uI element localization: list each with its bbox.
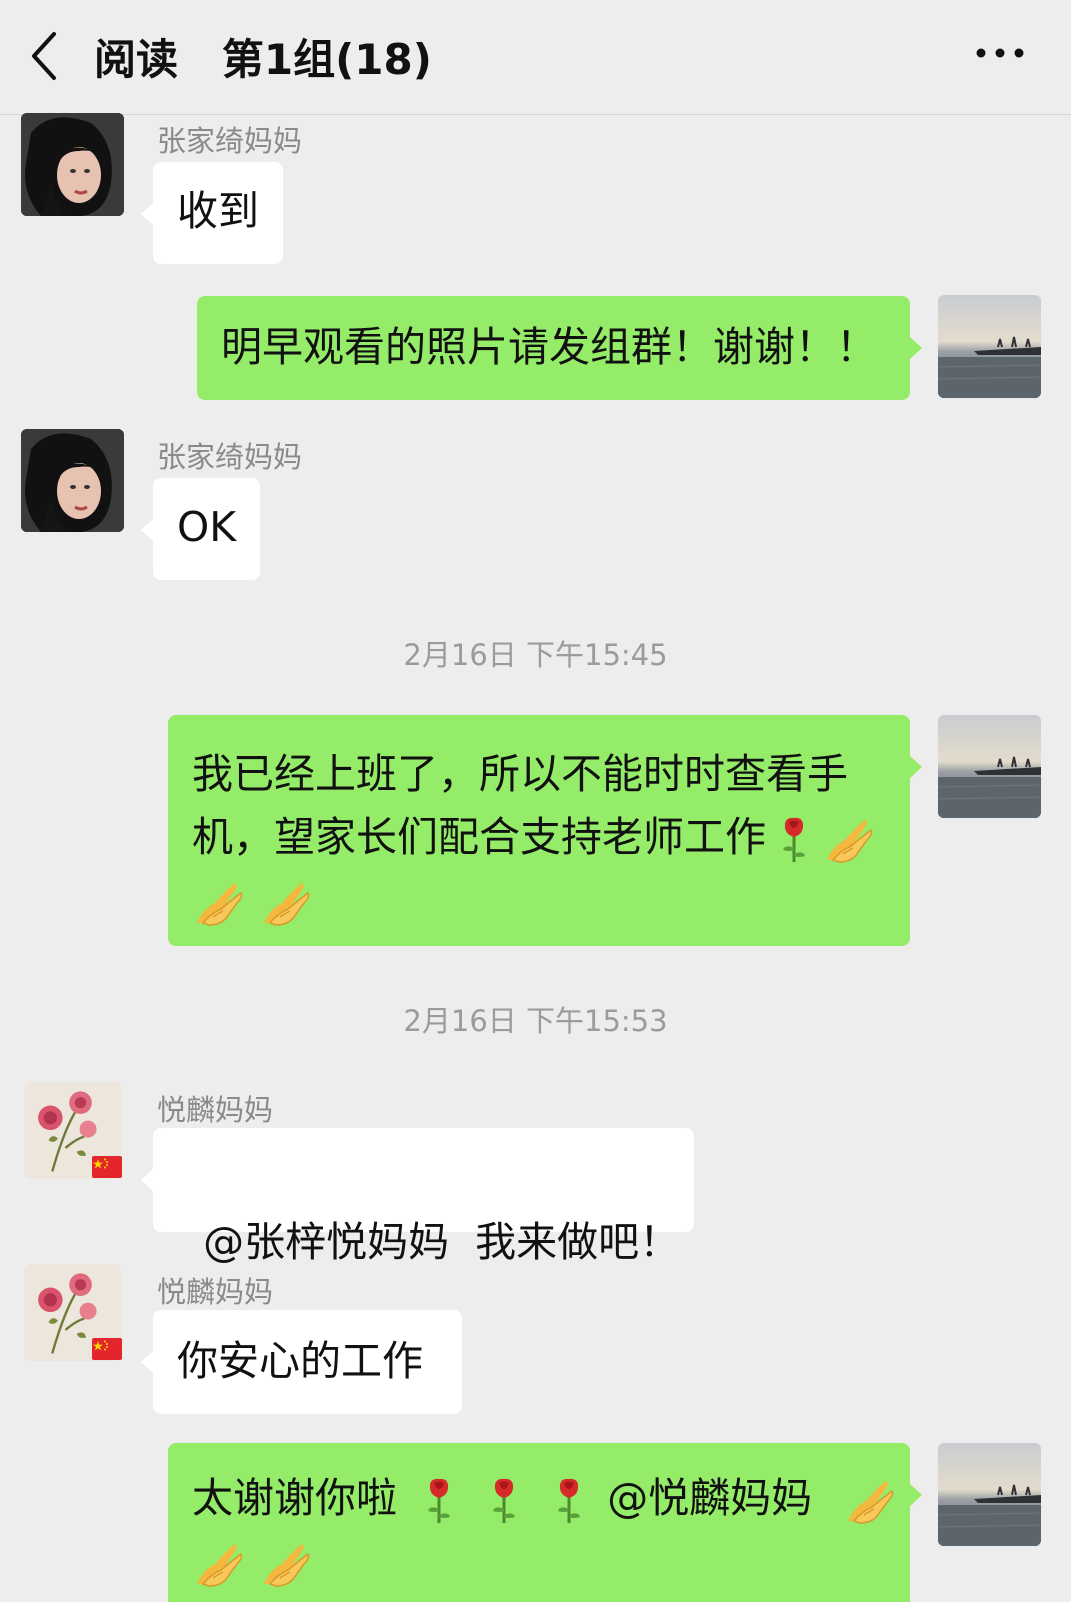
china-flag-icon	[92, 1338, 122, 1360]
avatar[interactable]	[24, 1082, 127, 1185]
self-avatar[interactable]	[938, 715, 1041, 818]
sender-name: 张家绮妈妈	[157, 440, 303, 474]
sender-name: 悦麟妈妈	[157, 1093, 274, 1127]
folded-hands-emoji	[192, 1540, 246, 1588]
back-button[interactable]	[24, 28, 74, 84]
avatar-sea-image	[938, 1443, 1041, 1546]
avatar[interactable]	[21, 429, 124, 532]
avatar-woman-image	[21, 113, 124, 216]
avatar-woman-image	[21, 429, 124, 532]
message-bubble[interactable]: OK	[140, 478, 261, 580]
avatar-sea-image	[938, 295, 1041, 398]
sender-name: 张家绮妈妈	[157, 124, 303, 158]
folded-hands-emoji	[259, 879, 313, 927]
message-line: 我已经上班了，所以不能时时查看手	[192, 743, 886, 806]
folded-hands-emoji	[192, 879, 246, 927]
self-avatar[interactable]	[938, 1443, 1041, 1546]
message-text: 明早观看的照片请发组群！谢谢！！	[221, 323, 877, 371]
message-bubble-self[interactable]: 我已经上班了，所以不能时时查看手 机，望家长们配合支持老师工作	[168, 715, 922, 946]
self-avatar[interactable]	[938, 295, 1041, 398]
message-bubble-self[interactable]: 明早观看的照片请发组群！谢谢！！	[197, 296, 922, 400]
rose-emoji	[424, 1477, 454, 1525]
message-line: 太谢谢你啦 @悦麟妈妈	[192, 1467, 886, 1530]
mention-text: @悦麟妈妈	[607, 1474, 813, 1522]
message-bubble[interactable]: 你安心的工作	[141, 1310, 462, 1414]
message-text: @张梓悦妈妈 我来做吧！	[203, 1218, 681, 1266]
avatar[interactable]	[24, 1264, 127, 1367]
more-options-button[interactable]	[973, 40, 1027, 66]
folded-hands-emoji	[259, 1540, 313, 1588]
avatar-sea-image	[938, 715, 1041, 818]
rose-emoji	[554, 1477, 584, 1525]
folded-hands-emoji	[822, 816, 876, 864]
rose-emoji	[489, 1477, 519, 1525]
sender-name: 悦麟妈妈	[157, 1275, 274, 1309]
message-line	[192, 1530, 886, 1593]
message-text: 机，望家长们配合支持老师工作	[192, 813, 766, 861]
china-flag-icon	[92, 1156, 122, 1178]
message-text: 太谢谢你啦	[192, 1474, 397, 1522]
timestamp: 2月16日 下午15:53	[403, 1004, 668, 1038]
message-text: 我已经上班了，所以不能时时查看手	[192, 750, 848, 798]
message-line	[192, 869, 886, 932]
message-text: OK	[177, 503, 237, 551]
avatar[interactable]	[21, 113, 124, 216]
message-text: 收到	[177, 187, 259, 235]
chevron-left-icon	[32, 32, 56, 80]
more-dots-icon	[976, 48, 1024, 58]
message-text: 你安心的工作	[177, 1337, 423, 1385]
chat-header: 阅读 第1组(18)	[0, 0, 1071, 115]
chat-title: 阅读 第1组(18)	[94, 35, 432, 84]
message-bubble[interactable]: @张梓悦妈妈 我来做吧！	[141, 1128, 694, 1266]
message-line: 机，望家长们配合支持老师工作	[192, 806, 886, 869]
timestamp: 2月16日 下午15:45	[403, 638, 668, 672]
rose-emoji	[779, 816, 809, 864]
message-bubble-self[interactable]: 太谢谢你啦 @悦麟妈妈	[168, 1443, 922, 1602]
folded-hands-emoji	[843, 1477, 897, 1525]
message-bubble[interactable]: 收到	[141, 162, 283, 264]
